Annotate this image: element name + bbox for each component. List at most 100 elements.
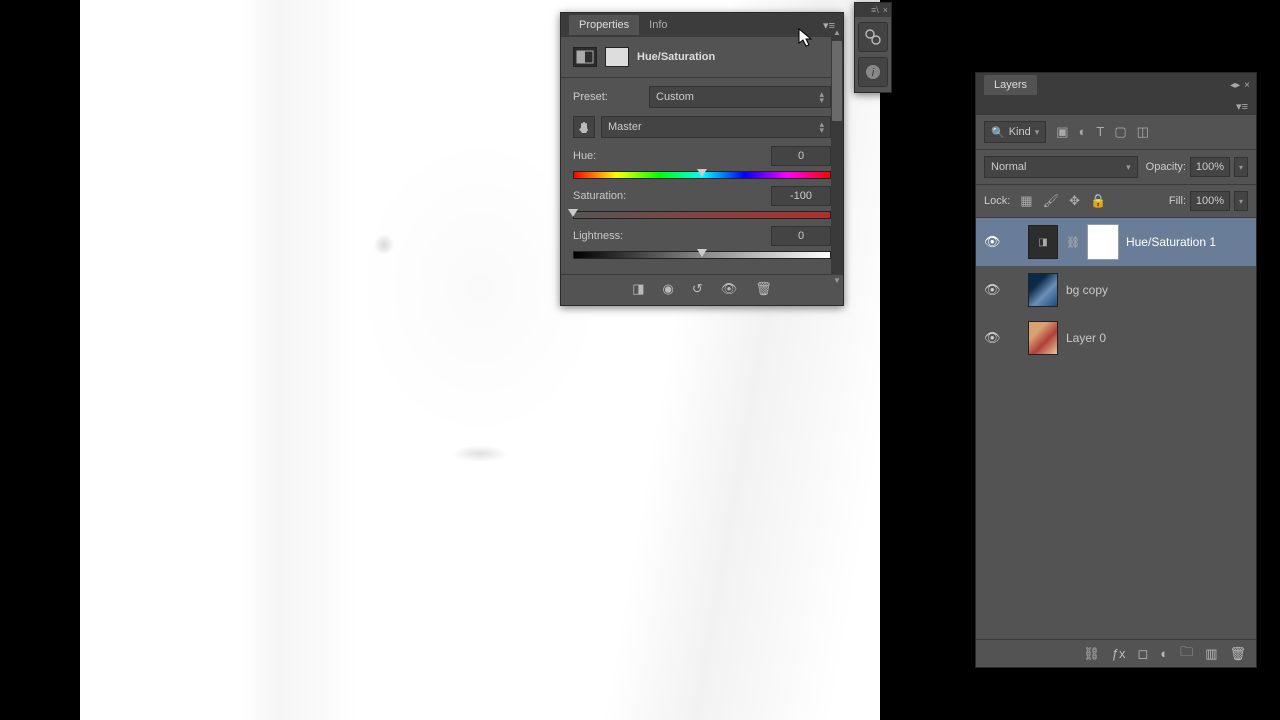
tab-properties[interactable]: Properties (569, 15, 639, 35)
adjustments-dock-button[interactable] (858, 22, 888, 52)
adjustment-type-icon (573, 47, 597, 67)
fx-icon[interactable]: ƒx (1112, 646, 1126, 661)
view-previous-icon[interactable]: ◉ (663, 281, 674, 297)
layer-thumb (1028, 273, 1058, 307)
preset-dropdown[interactable]: Custom ▴▾ (649, 86, 831, 108)
opacity-label: Opacity: (1146, 161, 1186, 173)
link-layers-icon[interactable]: ⛓ (1083, 646, 1100, 662)
properties-tabbar: Properties Info ▾≡ (561, 13, 843, 37)
layer-filter-row: 🔍 Kind ▾ ▣ ◐ T ▢ ◫ (976, 115, 1256, 150)
adjustment-header: Hue/Saturation (561, 37, 843, 78)
lightness-slider[interactable] (573, 250, 831, 260)
scroll-up-icon[interactable]: ▲ (831, 27, 843, 37)
new-layer-icon[interactable]: ▥ (1205, 646, 1217, 662)
panel-close-icon[interactable]: × (1244, 80, 1250, 91)
blend-mode-dropdown[interactable]: Normal ▾ (984, 156, 1138, 178)
lock-transparency-icon[interactable]: ▦ (1020, 193, 1032, 209)
filter-smart-icon[interactable]: ◫ (1137, 124, 1149, 140)
filter-adjustment-icon[interactable]: ◐ (1079, 124, 1087, 140)
blend-mode-value: Normal (991, 161, 1026, 173)
dock-close-icon[interactable]: × (883, 5, 888, 15)
clip-to-layer-icon[interactable]: ◨ (632, 281, 644, 297)
layers-footer: ⛓ ƒx ◻ ◐ 🗀 ▥ 🗑 (976, 639, 1256, 667)
layer-row-hue-saturation[interactable]: 👁 ◨ ⛓ Hue/Saturation 1 (976, 218, 1256, 266)
lightness-value[interactable]: 0 (771, 226, 831, 246)
dock-collapse-icon[interactable]: ≡\ (871, 5, 879, 15)
delete-layer-icon[interactable]: 🗑 (1229, 646, 1246, 662)
lock-pixels-icon[interactable]: 🖌 (1043, 193, 1060, 209)
visibility-toggle[interactable]: 👁 (984, 330, 1000, 346)
channel-dropdown[interactable]: Master ▴▾ (601, 116, 831, 138)
saturation-slider-thumb[interactable] (568, 209, 578, 217)
adjustment-thumb-icon: ◨ (1028, 225, 1058, 259)
lock-position-icon[interactable]: ✥ (1069, 193, 1080, 209)
preset-label: Preset: (573, 91, 643, 103)
fill-label: Fill: (1169, 195, 1186, 207)
saturation-value[interactable]: -100 (771, 186, 831, 206)
toggle-visibility-icon[interactable]: 👁 (721, 281, 738, 297)
tab-layers[interactable]: Layers (984, 75, 1037, 95)
channel-value: Master (608, 121, 642, 133)
preset-value: Custom (656, 91, 694, 103)
adjustment-mask-icon (605, 47, 629, 67)
opacity-value[interactable]: 100% (1190, 157, 1230, 177)
add-mask-icon[interactable]: ◻ (1138, 646, 1149, 662)
dropdown-arrows-icon: ▴▾ (819, 121, 824, 133)
filter-kind-value: Kind (1009, 126, 1031, 138)
saturation-gradient (573, 211, 831, 219)
targeted-adjust-tool[interactable] (573, 116, 595, 138)
filter-pixel-icon[interactable]: ▣ (1056, 124, 1068, 140)
saturation-slider[interactable] (573, 210, 831, 220)
scroll-down-icon[interactable]: ▼ (831, 275, 843, 285)
adjustment-title: Hue/Saturation (637, 51, 715, 63)
lock-all-icon[interactable]: 🔒 (1090, 193, 1106, 209)
dropdown-arrows-icon: ▴▾ (819, 91, 824, 103)
link-icon: ⛓ (1066, 236, 1080, 249)
layer-row-bg-copy[interactable]: 👁 bg copy (976, 266, 1256, 314)
saturation-label: Saturation: (573, 190, 626, 202)
search-icon: 🔍 (991, 126, 1005, 139)
layers-panel: Layers ◂▸ × ▾≡ 🔍 Kind ▾ ▣ ◐ T ▢ ◫ Normal… (975, 72, 1257, 668)
hue-value[interactable]: 0 (771, 146, 831, 166)
layer-name[interactable]: Hue/Saturation 1 (1126, 235, 1216, 249)
layer-name[interactable]: Layer 0 (1066, 331, 1106, 345)
filter-type-icon[interactable]: T (1096, 124, 1104, 140)
delete-adjustment-icon[interactable]: 🗑 (755, 281, 772, 297)
hue-slider[interactable] (573, 170, 831, 180)
filter-shape-icon[interactable]: ▢ (1114, 124, 1126, 140)
visibility-toggle[interactable]: 👁 (984, 282, 1000, 298)
fill-stepper[interactable]: ▾ (1234, 191, 1248, 211)
adjustments-icon (864, 28, 882, 46)
scrollbar-thumb[interactable] (832, 41, 842, 121)
layers-panel-menu-icon[interactable]: ▾≡ (1232, 100, 1252, 113)
tab-info[interactable]: Info (639, 15, 677, 35)
layers-tabbar: Layers ◂▸ × (976, 73, 1256, 97)
lightness-label: Lightness: (573, 230, 623, 242)
lock-label: Lock: (984, 195, 1010, 207)
hue-label: Hue: (573, 150, 596, 162)
reset-icon[interactable]: ↺ (692, 281, 703, 297)
new-adjustment-icon[interactable]: ◐ (1160, 646, 1168, 661)
layer-name[interactable]: bg copy (1066, 283, 1108, 297)
properties-footer: ◨ ◉ ↺ 👁 🗑 (561, 274, 843, 305)
info-dock-button[interactable]: i (858, 57, 888, 87)
opacity-stepper[interactable]: ▾ (1234, 157, 1248, 177)
properties-scrollbar[interactable]: ▲ ▼ (831, 37, 843, 275)
blend-opacity-row: Normal ▾ Opacity: 100% ▾ (976, 150, 1256, 185)
lightness-slider-thumb[interactable] (697, 249, 707, 257)
new-group-icon[interactable]: 🗀 (1180, 643, 1193, 665)
properties-panel: Properties Info ▾≡ Hue/Saturation Preset… (560, 12, 844, 306)
layer-row-layer0[interactable]: 👁 Layer 0 (976, 314, 1256, 362)
filter-kind-dropdown[interactable]: 🔍 Kind ▾ (984, 121, 1046, 143)
lock-fill-row: Lock: ▦ 🖌 ✥ 🔒 Fill: 100% ▾ (976, 185, 1256, 218)
collapsed-dock: ≡\ × i (854, 2, 892, 93)
fill-value[interactable]: 100% (1190, 191, 1230, 211)
layers-list: 👁 ◨ ⛓ Hue/Saturation 1 👁 bg copy 👁 Layer… (976, 218, 1256, 639)
dropdown-arrows-icon: ▾ (1126, 164, 1131, 170)
panel-collapse-icon[interactable]: ◂▸ (1230, 80, 1240, 91)
dropdown-arrows-icon: ▾ (1035, 129, 1040, 135)
visibility-toggle[interactable]: 👁 (984, 234, 1000, 250)
hue-slider-thumb[interactable] (697, 169, 707, 177)
hand-icon (577, 120, 591, 134)
layer-mask-thumb[interactable] (1088, 225, 1118, 259)
